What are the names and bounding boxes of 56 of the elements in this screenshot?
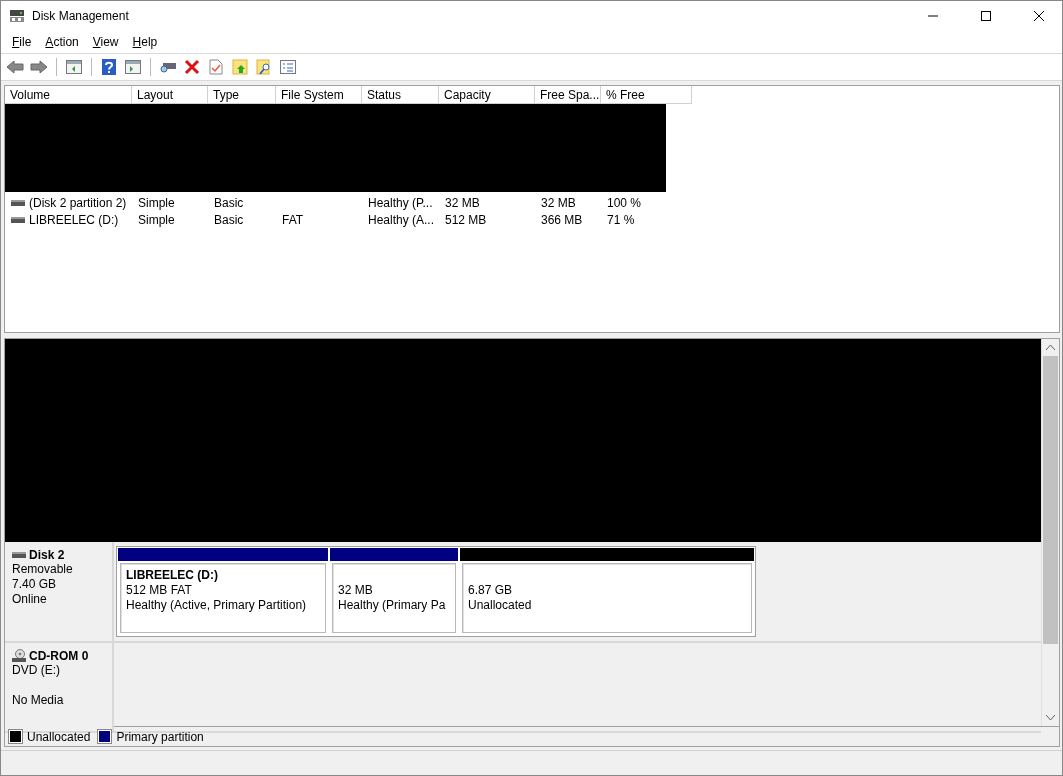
scroll-thumb[interactable] <box>1043 356 1058 644</box>
drive-icon <box>11 215 25 224</box>
table-cell: 512 MB <box>445 212 487 227</box>
partition-info: Healthy (Primary Pa <box>338 598 447 613</box>
action-pane-button[interactable] <box>123 57 143 77</box>
menu-item[interactable]: Help <box>125 35 165 49</box>
disk-name: Disk 2 <box>29 548 65 562</box>
close-icon <box>1034 11 1044 21</box>
menu-item[interactable]: Action <box>38 35 86 49</box>
partition-title: LIBREELEC (D:) <box>126 568 219 583</box>
disk-info: DVD (E:) <box>12 663 61 678</box>
partition-info: Healthy (Active, Primary Partition) <box>126 598 308 613</box>
partition-info: 6.87 GB <box>468 583 514 598</box>
back-button[interactable] <box>5 57 25 77</box>
table-cell: Simple <box>138 212 175 227</box>
forward-button[interactable] <box>29 57 49 77</box>
disk-name: CD-ROM 0 <box>29 649 89 663</box>
table-cell: LIBREELEC (D:) <box>29 212 119 227</box>
scrollbar[interactable] <box>1041 339 1059 726</box>
table-cell: 366 MB <box>541 212 583 227</box>
disk-info: 7.40 GB <box>12 577 58 592</box>
drive-icon <box>11 198 25 207</box>
disk-info: Online <box>12 592 48 607</box>
table-cell: Healthy (P... <box>368 195 433 210</box>
menu-item[interactable]: File <box>5 35 39 49</box>
maximize-icon <box>981 11 991 21</box>
scroll-up-icon[interactable] <box>1046 345 1055 350</box>
table-cell: FAT <box>282 212 304 227</box>
disk-info: No Media <box>12 693 65 708</box>
table-cell: (Disk 2 partition 2) <box>29 195 127 210</box>
table-cell: 32 MB <box>445 195 480 210</box>
partition-info: Unallocated <box>468 598 533 613</box>
drive-icon <box>12 551 26 559</box>
legend-label: Unallocated <box>27 729 91 744</box>
table-cell: 100 % <box>607 195 642 210</box>
cd-drive-icon <box>12 649 26 663</box>
delete-button[interactable] <box>182 57 202 77</box>
table-cell: 71 % <box>607 212 635 227</box>
checklist-button[interactable] <box>206 57 226 77</box>
table-cell: Basic <box>214 212 244 227</box>
help-button[interactable] <box>99 57 119 77</box>
disk-management-icon <box>9 8 25 24</box>
console-tree-button[interactable] <box>64 57 84 77</box>
table-cell: 32 MB <box>541 195 576 210</box>
table-cell: Healthy (A... <box>368 212 435 227</box>
table-cell: Simple <box>138 195 175 210</box>
legend-label: Primary partition <box>116 729 204 744</box>
table-cell: Basic <box>214 195 244 210</box>
window-title: Disk Management <box>32 9 130 23</box>
menu-item[interactable]: View <box>85 35 126 49</box>
folder-up-button[interactable] <box>230 57 250 77</box>
partition-info: 32 MB <box>338 583 374 598</box>
properties-button[interactable] <box>278 57 298 77</box>
scroll-down-icon[interactable] <box>1046 715 1055 720</box>
partition-info: 512 MB FAT <box>126 583 193 598</box>
disk-info: Removable <box>12 562 74 577</box>
